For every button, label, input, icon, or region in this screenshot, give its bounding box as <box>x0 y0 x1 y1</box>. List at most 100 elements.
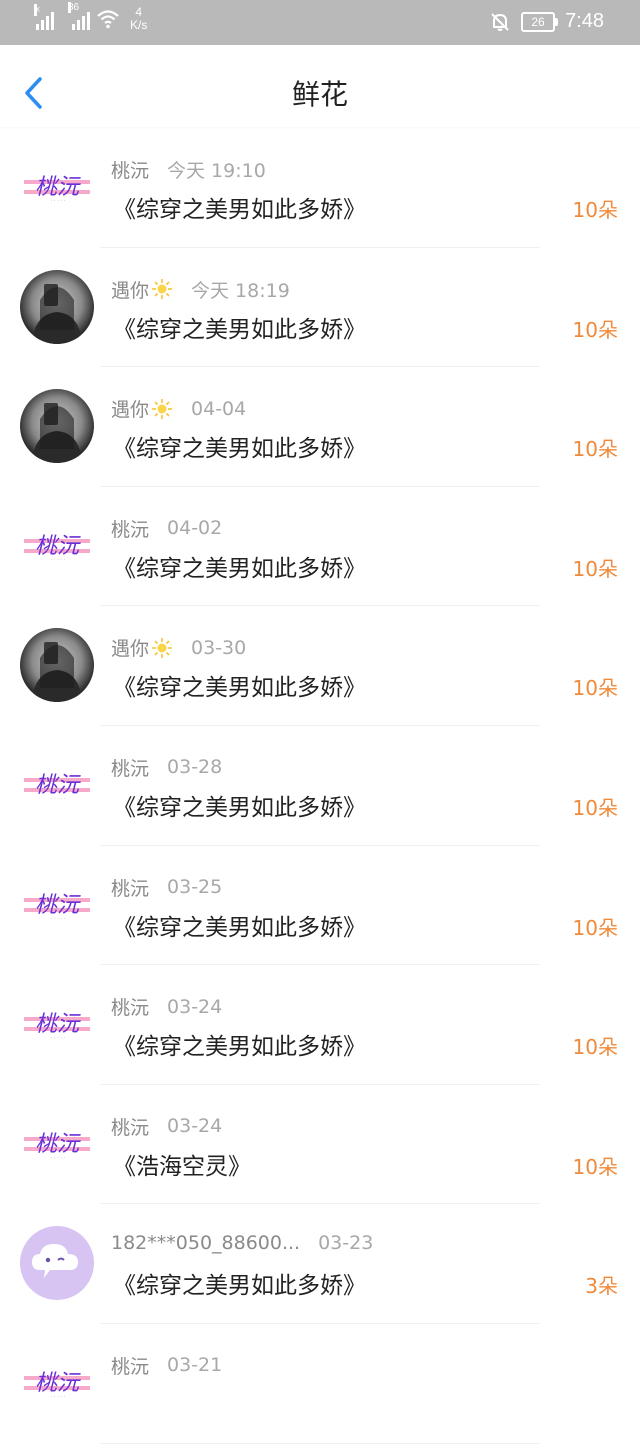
book-title[interactable]: 《综穿之美男如此多娇》 <box>113 1266 366 1300</box>
svg-text:桃沅: 桃沅 <box>35 773 81 798</box>
flower-record-row[interactable]: 桃沅 · · · · · 桃沅 03-25 《综穿之美男如此多娇》 10朵 <box>0 846 640 966</box>
sender-name[interactable]: 桃沅 <box>111 156 149 183</box>
flower-count: 10朵 <box>572 198 618 222</box>
sender-name[interactable]: 桃沅 <box>111 1352 149 1379</box>
flower-count: 10朵 <box>572 1154 618 1179</box>
network-speed-unit: K/s <box>130 18 148 32</box>
svg-text:· · · · ·: · · · · · <box>51 916 66 922</box>
record-meta: 桃沅 04-02 <box>111 515 222 542</box>
signal-strength-icon: × <box>34 4 54 30</box>
record-meta: 桃沅 今天 19:10 <box>111 156 266 183</box>
avatar-logo[interactable]: 桃沅 · · · · · <box>20 1106 94 1181</box>
record-time: 03-24 <box>167 995 223 1018</box>
book-title[interactable]: 《浩海空灵》 <box>113 1147 251 1181</box>
bell-off-icon <box>491 12 509 31</box>
status-right: 26 7:48 <box>489 10 604 33</box>
flower-record-row[interactable]: 桃沅 · · · · · 桃沅 03-24 《浩海空灵》 10朵 <box>0 1085 640 1205</box>
record-time: 今天 19:10 <box>167 160 266 182</box>
record-time: 今天 18:19 <box>191 279 290 302</box>
svg-text:· · · · ·: · · · · · <box>51 198 66 204</box>
flower-record-row[interactable]: 遇你 04-04 《综穿之美男如此多娇》 10朵 <box>0 367 640 487</box>
sender-name[interactable]: 遇你 <box>111 634 149 661</box>
book-title[interactable]: 《综穿之美男如此多娇》 <box>113 190 366 224</box>
svg-text:· · · · ·: · · · · · <box>51 796 66 802</box>
flower-record-row[interactable]: 桃沅 · · · · · 桃沅 04-02 《综穿之美男如此多娇》 10朵 <box>0 487 640 607</box>
avatar-logo[interactable]: 桃沅 · · · · · <box>20 747 94 822</box>
battery-icon: 26 <box>521 11 559 32</box>
record-meta: 桃沅 03-25 <box>111 874 222 901</box>
avatar-logo[interactable]: 桃沅 · · · · · <box>20 867 94 942</box>
flower-count: 10朵 <box>572 437 618 462</box>
sender-name[interactable]: 182***050_88600... <box>111 1232 300 1254</box>
avatar-logo[interactable]: 桃沅 · · · · · <box>20 150 94 224</box>
svg-text:· · · · ·: · · · · · <box>51 557 66 563</box>
record-time: 04-02 <box>167 517 223 540</box>
record-meta: 182***050_88600... 03-23 <box>111 1232 373 1254</box>
clock: 7:48 <box>565 10 604 32</box>
flower-record-row[interactable]: 桃沅 · · · · · 桃沅 03-21 <box>0 1324 640 1444</box>
svg-text:桃沅: 桃沅 <box>35 893 81 918</box>
avatar-default[interactable] <box>20 1226 94 1301</box>
sun-icon <box>151 398 173 420</box>
sender-name[interactable]: 桃沅 <box>111 874 149 901</box>
wifi-icon <box>97 10 119 29</box>
flower-record-row[interactable]: 182***050_88600... 03-23 《综穿之美男如此多娇》 3朵 <box>0 1204 640 1324</box>
avatar-photo[interactable] <box>20 269 94 344</box>
status-bar: × 36 4 K/s 26 7:48 <box>0 0 640 45</box>
sender-name[interactable]: 桃沅 <box>111 993 149 1020</box>
top-nav-bar: 鲜花 <box>0 45 640 127</box>
avatar-logo[interactable]: 桃沅 · · · · · <box>20 508 94 583</box>
sender-name[interactable]: 桃沅 <box>111 515 149 542</box>
flower-count: 10朵 <box>572 795 618 820</box>
flower-record-row[interactable]: 遇你 03-30 《综穿之美男如此多娇》 10朵 <box>0 606 640 726</box>
book-title[interactable]: 《综穿之美男如此多娇》 <box>113 310 366 344</box>
book-title[interactable]: 《综穿之美男如此多娇》 <box>113 1027 366 1061</box>
svg-text:桃沅: 桃沅 <box>35 175 81 200</box>
book-title[interactable]: 《综穿之美男如此多娇》 <box>113 788 366 822</box>
avatar-logo[interactable]: 桃沅 · · · · · <box>20 1345 94 1420</box>
avatar-logo[interactable]: 桃沅 · · · · · <box>20 987 94 1062</box>
flower-count: 10朵 <box>572 915 618 940</box>
sender-name[interactable]: 遇你 <box>111 395 149 422</box>
record-meta: 遇你 04-04 <box>111 395 246 422</box>
record-time: 03-23 <box>318 1232 374 1255</box>
sender-name[interactable]: 桃沅 <box>111 1113 149 1140</box>
svg-text:桃沅: 桃沅 <box>35 1132 81 1157</box>
record-time: 03-25 <box>167 876 223 899</box>
page-title: 鲜花 <box>291 78 348 111</box>
status-left: × 36 4 K/s <box>34 2 148 32</box>
signal-strength-icon-2: 36 <box>68 2 90 30</box>
sun-icon <box>151 637 173 659</box>
flower-count: 10朵 <box>572 1035 618 1060</box>
record-meta: 桃沅 03-21 <box>111 1352 222 1379</box>
flower-record-row[interactable]: 遇你 今天 18:19 《综穿之美男如此多娇》 10朵 <box>0 248 640 368</box>
record-meta: 遇你 03-30 <box>111 634 246 661</box>
book-title[interactable]: 《综穿之美男如此多娇》 <box>113 549 366 583</box>
record-meta: 遇你 今天 18:19 <box>111 276 290 303</box>
sender-name[interactable]: 桃沅 <box>111 754 149 781</box>
sender-name[interactable]: 遇你 <box>111 276 149 303</box>
book-title[interactable]: 《综穿之美男如此多娇》 <box>113 668 366 702</box>
network-type-label: 36 <box>68 2 80 13</box>
svg-text:· · · · ·: · · · · · <box>51 1035 66 1041</box>
svg-text:桃沅: 桃沅 <box>35 534 81 559</box>
book-title[interactable]: 《综穿之美男如此多娇》 <box>113 429 366 463</box>
avatar-photo[interactable] <box>20 628 94 703</box>
svg-text:· · · · ·: · · · · · <box>51 1155 66 1161</box>
flower-count: 10朵 <box>572 317 618 342</box>
record-time: 03-28 <box>167 756 223 779</box>
flower-record-row[interactable]: 桃沅 · · · · · 桃沅 03-24 《综穿之美男如此多娇》 10朵 <box>0 965 640 1085</box>
avatar-photo[interactable] <box>20 389 94 464</box>
record-time: 03-30 <box>191 636 247 659</box>
flower-record-row[interactable]: 桃沅 · · · · · 桃沅 03-28 《综穿之美男如此多娇》 10朵 <box>0 726 640 846</box>
flower-record-row[interactable]: 桃沅 · · · · · 桃沅 今天 19:10 《综穿之美男如此多娇》 10朵 <box>0 128 640 248</box>
svg-text:桃沅: 桃沅 <box>35 1371 81 1396</box>
flower-count: 3朵 <box>585 1274 618 1299</box>
record-meta: 桃沅 03-24 <box>111 993 222 1020</box>
record-meta: 桃沅 03-24 <box>111 1113 222 1140</box>
record-meta: 桃沅 03-28 <box>111 754 222 781</box>
row-divider <box>100 1442 540 1444</box>
flower-count: 10朵 <box>572 676 618 701</box>
flower-record-list: 桃沅 · · · · · 桃沅 今天 19:10 《综穿之美男如此多娇》 10朵 … <box>0 128 640 1444</box>
book-title[interactable]: 《综穿之美男如此多娇》 <box>113 908 366 942</box>
